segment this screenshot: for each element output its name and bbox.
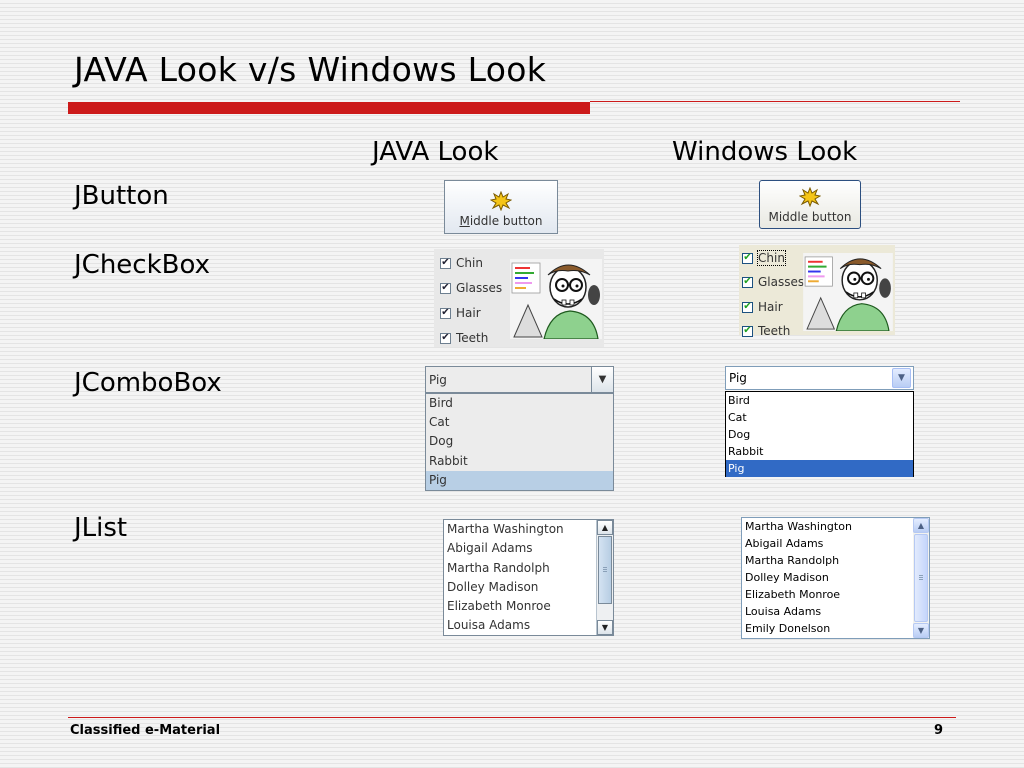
cartoon-face-image xyxy=(803,253,893,331)
windows-combo-dropdown: Bird Cat Dog Rabbit Pig xyxy=(725,391,914,477)
arrow-up-icon[interactable]: ▲ xyxy=(597,520,613,535)
windows-checkbox-chin[interactable]: ✔ Chin xyxy=(742,250,786,266)
windows-list[interactable]: Martha Washington Abigail Adams Martha R… xyxy=(741,517,930,639)
list-item[interactable]: Elizabeth Monroe xyxy=(444,597,564,616)
list-item[interactable]: Louisa Adams xyxy=(742,603,852,620)
vertical-scrollbar[interactable]: ▲ ▼ xyxy=(596,520,613,635)
column-heading-windows: Windows Look xyxy=(672,137,858,167)
cartoon-face-image xyxy=(510,259,602,339)
combo-option-dog[interactable]: Dog xyxy=(426,432,613,451)
button-mnemonic: M xyxy=(459,214,470,228)
checkmark-icon: ✔ xyxy=(742,301,753,313)
burst-icon xyxy=(490,191,512,211)
arrow-down-icon[interactable]: ▼ xyxy=(597,620,613,635)
list-item[interactable]: Emily Donelson xyxy=(742,620,852,637)
checkbox-label: Chin xyxy=(757,250,786,266)
checkbox-label: Chin xyxy=(456,256,483,270)
footer-label: Classified e-Material xyxy=(70,723,221,738)
list-item[interactable]: Louisa Adams xyxy=(444,616,564,635)
row-label-jcheckbox: JCheckBox xyxy=(74,250,210,280)
combo-option-cat[interactable]: Cat xyxy=(726,409,913,426)
footer-divider xyxy=(68,717,956,718)
combo-option-pig[interactable]: Pig xyxy=(426,470,613,490)
list-item[interactable]: Martha Washington xyxy=(444,520,564,539)
combo-option-cat[interactable]: Cat xyxy=(426,413,613,432)
list-item[interactable]: Dolley Madison xyxy=(444,578,564,597)
checkmark-icon: ✔ xyxy=(440,282,451,294)
combo-option-pig[interactable]: Pig xyxy=(726,460,913,477)
combo-option-rabbit[interactable]: Rabbit xyxy=(426,452,613,471)
scrollbar-thumb[interactable] xyxy=(914,534,928,622)
grip-icon xyxy=(603,567,607,572)
combo-selected-value: Pig xyxy=(429,372,447,387)
list-item[interactable]: Abigail Adams xyxy=(444,539,564,558)
grip-icon xyxy=(919,575,923,580)
windows-checkbox-teeth[interactable]: ✔ Teeth xyxy=(742,324,790,338)
checkbox-label: Glasses xyxy=(758,275,805,289)
checkmark-icon: ✔ xyxy=(440,307,451,319)
title-accent-bar xyxy=(68,102,590,114)
java-middle-button[interactable]: Middle button xyxy=(444,180,558,234)
list-item[interactable]: Martha Randolph xyxy=(444,559,564,578)
page-number: 9 xyxy=(934,723,944,738)
list-items: Martha Washington Abigail Adams Martha R… xyxy=(742,518,852,637)
checkbox-label: Glasses xyxy=(456,281,503,295)
checkmark-icon: ✔ xyxy=(440,257,451,269)
list-item[interactable]: Martha Washington xyxy=(742,518,852,535)
checkmark-icon: ✔ xyxy=(742,252,753,264)
scrollbar-thumb[interactable] xyxy=(598,536,612,604)
combo-option-bird[interactable]: Bird xyxy=(726,392,913,409)
checkbox-label: Hair xyxy=(456,306,481,320)
burst-icon xyxy=(799,187,821,207)
chevron-down-icon[interactable]: ▼ xyxy=(892,368,911,388)
row-label-jbutton: JButton xyxy=(74,181,169,211)
arrow-down-icon[interactable]: ▼ xyxy=(913,623,929,638)
column-heading-java: JAVA Look xyxy=(372,137,499,167)
windows-combobox[interactable]: Pig ▼ xyxy=(725,366,914,390)
row-label-jcombobox: JComboBox xyxy=(74,368,222,398)
windows-checkbox-hair[interactable]: ✔ Hair xyxy=(742,300,783,314)
java-checkbox-hair[interactable]: ✔ Hair xyxy=(440,306,481,320)
button-label-rest: iddle button xyxy=(469,214,543,228)
chevron-down-icon[interactable]: ▼ xyxy=(591,367,613,392)
title-accent-line xyxy=(590,101,960,102)
windows-checkbox-glasses[interactable]: ✔ Glasses xyxy=(742,275,804,289)
java-checkbox-chin[interactable]: ✔ Chin xyxy=(440,256,483,270)
list-items: Martha Washington Abigail Adams Martha R… xyxy=(444,520,564,635)
row-label-jlist: JList xyxy=(74,513,128,543)
checkmark-icon: ✔ xyxy=(440,332,451,344)
java-combo-dropdown: Bird Cat Dog Rabbit Pig xyxy=(425,393,614,491)
combo-option-bird[interactable]: Bird xyxy=(426,394,613,413)
windows-middle-button[interactable]: Middle button xyxy=(759,180,861,229)
windows-checkbox-panel: ✔ Chin ✔ Glasses ✔ Hair ✔ Teeth xyxy=(739,245,895,338)
java-list[interactable]: Martha Washington Abigail Adams Martha R… xyxy=(443,519,614,636)
java-checkbox-panel: ✔ Chin ✔ Glasses ✔ Hair ✔ Teeth xyxy=(434,249,604,347)
checkmark-icon: ✔ xyxy=(742,325,753,337)
checkbox-label: Hair xyxy=(758,300,783,314)
checkbox-label: Teeth xyxy=(456,331,489,345)
combo-option-rabbit[interactable]: Rabbit xyxy=(726,443,913,460)
list-item[interactable]: Dolley Madison xyxy=(742,569,852,586)
java-checkbox-teeth[interactable]: ✔ Teeth xyxy=(440,331,488,345)
java-checkbox-glasses[interactable]: ✔ Glasses xyxy=(440,281,502,295)
combo-selected-value: Pig xyxy=(729,371,747,385)
vertical-scrollbar[interactable]: ▲ ▼ xyxy=(913,518,929,638)
checkbox-label: Teeth xyxy=(758,324,791,338)
arrow-up-icon[interactable]: ▲ xyxy=(913,518,929,533)
checkmark-icon: ✔ xyxy=(742,276,753,288)
windows-button-label: Middle button xyxy=(768,210,852,224)
list-item[interactable]: Martha Randolph xyxy=(742,552,852,569)
java-button-label: Middle button xyxy=(459,214,542,228)
list-item[interactable]: Elizabeth Monroe xyxy=(742,586,852,603)
combo-option-dog[interactable]: Dog xyxy=(726,426,913,443)
java-combobox[interactable]: Pig ▼ xyxy=(425,366,614,393)
slide-title: JAVA Look v/s Windows Look xyxy=(74,50,547,89)
list-item[interactable]: Abigail Adams xyxy=(742,535,852,552)
